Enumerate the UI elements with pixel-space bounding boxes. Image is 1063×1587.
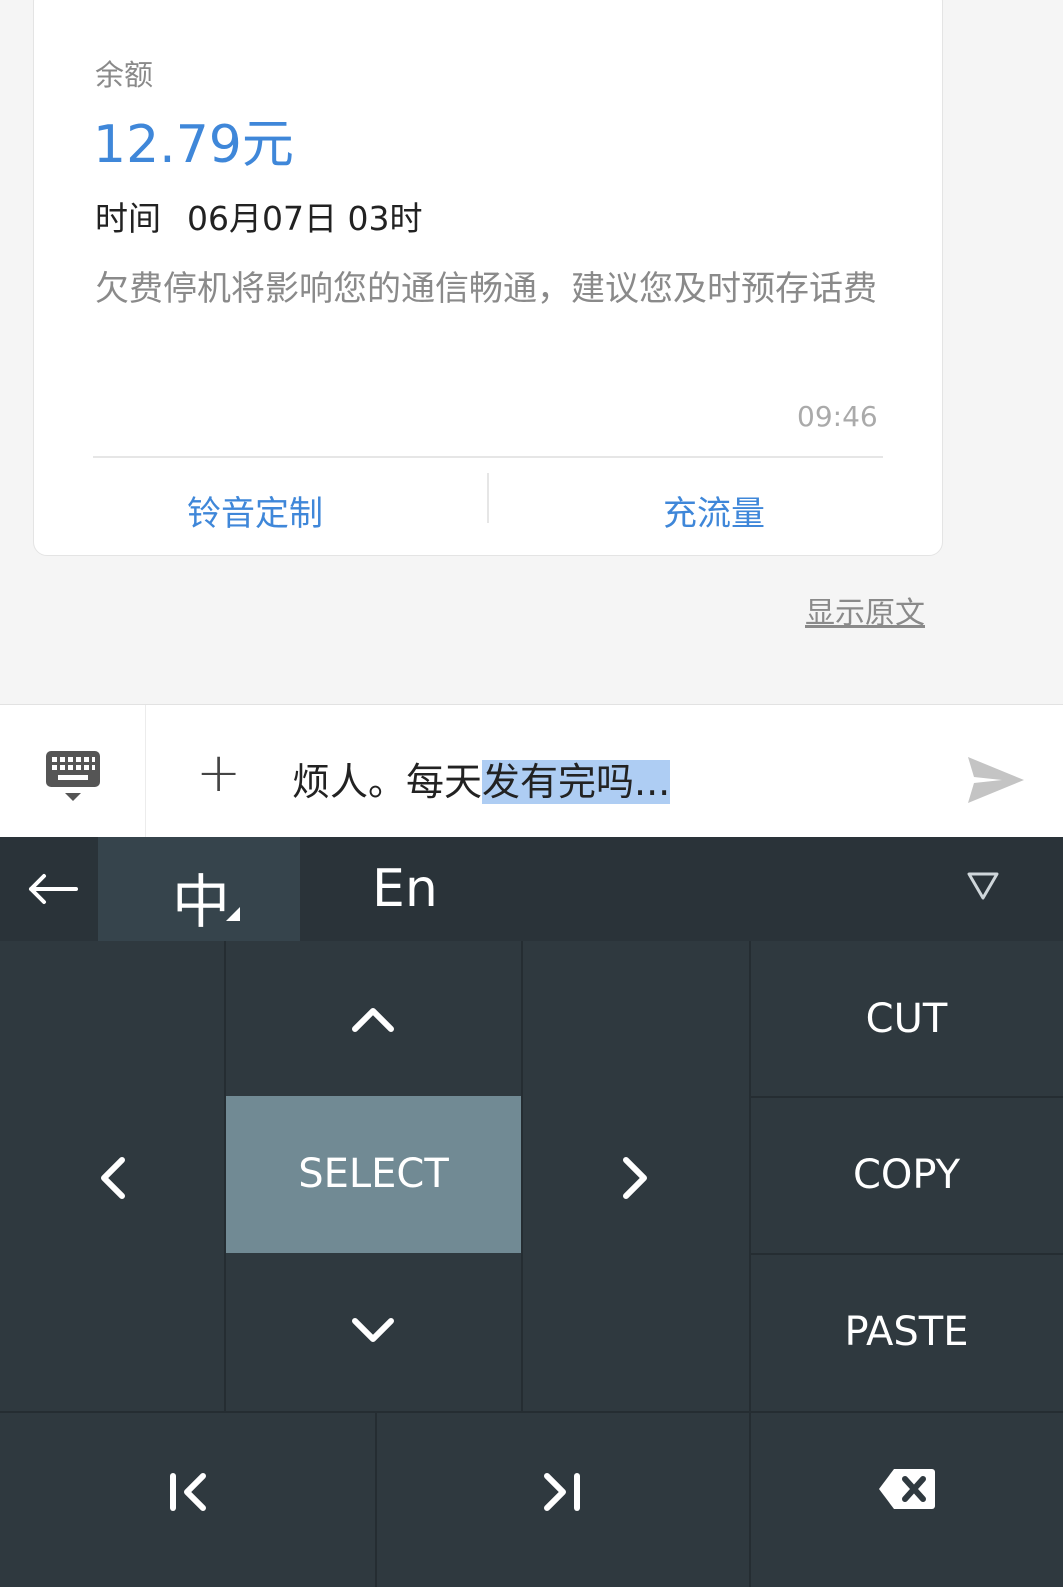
recharge-data-button[interactable]: 充流量 [663,486,765,535]
chevron-down-icon [352,1318,394,1342]
input-selected-text: 发有完吗... [482,760,671,804]
backspace-icon [879,1469,935,1509]
balance-value: 12.79元 [93,115,294,175]
message-input-bar: + 烦人。每天发有完吗... [0,704,1063,837]
cursor-up-key[interactable] [225,941,522,1096]
action-divider [487,473,489,523]
notice-text: 欠费停机将影响您的通信畅通，建议您及时预存话费 [95,269,877,309]
line-end-icon [544,1473,580,1511]
keyboard-toggle-button[interactable] [0,705,146,837]
line-end-key[interactable] [376,1413,750,1587]
key-separator [0,1411,1063,1413]
time-row: 时间 06月07日 03时 [95,192,422,240]
add-attachment-button[interactable]: + [196,741,241,804]
keyboard-back-button[interactable] [0,837,98,941]
back-arrow-icon [29,874,78,904]
card-divider [93,456,883,458]
key-separator [224,941,226,1411]
balance-label: 余额 [95,58,154,92]
tab-english-label: En [372,859,438,919]
key-separator [521,941,523,1411]
paste-key-label: PASTE [844,1309,969,1355]
time-label: 时间 [95,199,161,238]
cursor-down-key[interactable] [225,1253,522,1411]
select-key-label: SELECT [298,1151,449,1197]
cursor-left-key[interactable] [0,941,225,1411]
chevron-left-icon [101,1157,125,1199]
corner-triangle-icon [226,907,240,921]
cut-key[interactable]: CUT [750,941,1063,1097]
cut-key-label: CUT [865,996,948,1042]
key-separator [375,1413,377,1587]
input-text: 烦人。每天 [292,760,483,804]
time-value: 06月07日 03时 [187,199,423,238]
cursor-right-key[interactable] [522,941,750,1411]
tab-english[interactable]: En [300,837,502,941]
show-original-link[interactable]: 显示原文 [805,588,925,632]
paste-key[interactable]: PASTE [750,1254,1063,1411]
keyboard-icon [46,751,100,801]
key-separator [749,941,751,1587]
backspace-key[interactable] [750,1413,1063,1587]
message-timestamp: 09:46 [797,400,878,433]
send-icon[interactable] [966,755,1026,805]
select-key[interactable]: SELECT [225,1096,522,1253]
message-input[interactable]: 烦人。每天发有完吗... [292,751,671,806]
line-start-key[interactable] [0,1413,375,1587]
copy-key-label: COPY [852,1152,961,1198]
line-start-icon [170,1473,206,1511]
chevron-up-icon [352,1008,394,1032]
tab-chinese[interactable]: 中 [98,837,300,941]
keyboard-panel: 中 En SELECT CUT COPY PASTE [0,837,1063,1587]
key-separator [750,1096,1063,1098]
ringtone-custom-button[interactable]: 铃音定制 [187,486,323,535]
tab-chinese-label: 中 [172,868,231,936]
chevron-right-icon [623,1157,647,1199]
copy-key[interactable]: COPY [750,1097,1063,1254]
collapse-triangle-icon[interactable] [966,871,1000,901]
keyboard-toolbar: 中 En [0,837,1063,941]
key-separator [750,1253,1063,1255]
